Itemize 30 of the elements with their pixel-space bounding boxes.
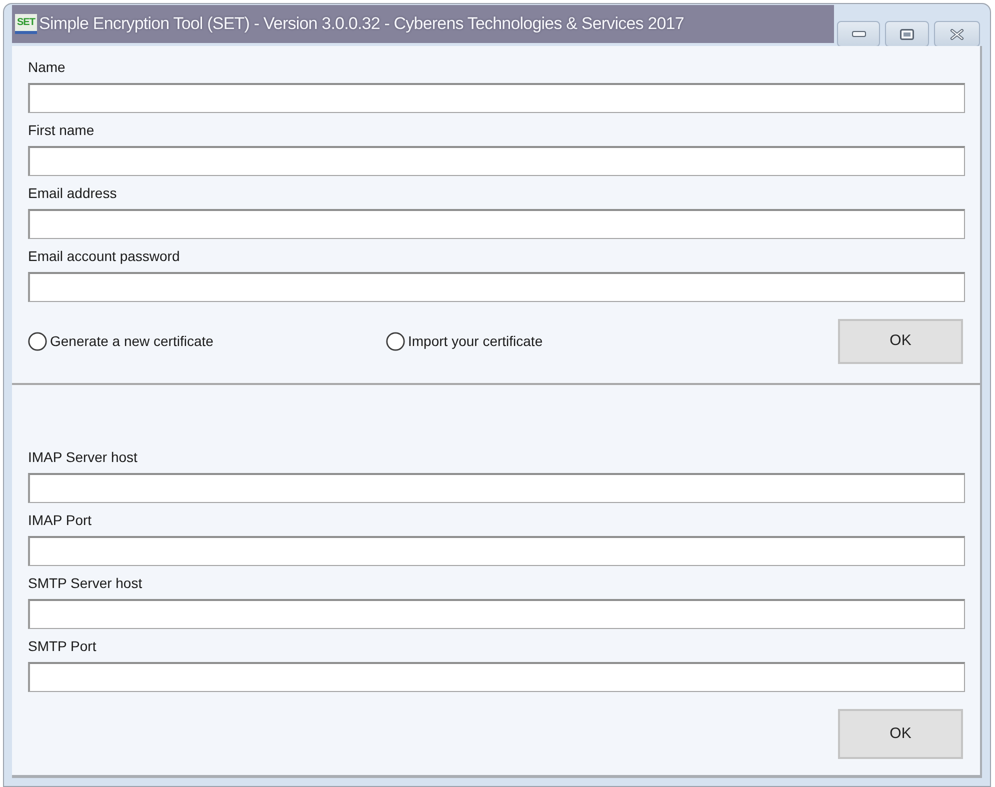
input-field[interactable]: [28, 209, 965, 239]
radio-button-icon[interactable]: [28, 332, 47, 351]
field-label: Name: [28, 58, 66, 76]
radio-option[interactable]: Generate a new certificate: [28, 331, 386, 352]
minimize-icon: [852, 31, 866, 37]
radio-button-icon[interactable]: [386, 332, 405, 351]
input-field[interactable]: [28, 83, 965, 113]
ok-button[interactable]: OK: [838, 319, 963, 364]
input-field[interactable]: [28, 272, 965, 302]
input-field[interactable]: [28, 473, 965, 503]
minimize-button[interactable]: [837, 21, 880, 47]
input-field[interactable]: [28, 536, 965, 566]
field-label: SMTP Server host: [28, 574, 142, 592]
field-label: IMAP Port: [28, 511, 92, 529]
window-title: Simple Encryption Tool (SET) - Version 3.0.0.32 - Cyberens Technologies & Services 2017: [39, 13, 684, 36]
app-logo: SET: [15, 14, 37, 34]
field-label: IMAP Server host: [28, 448, 138, 466]
maximize-button[interactable]: [885, 21, 929, 47]
field-label: First name: [28, 121, 94, 139]
radio-option[interactable]: Import your certificate: [386, 331, 543, 352]
close-button[interactable]: [934, 21, 980, 47]
maximize-icon: [900, 28, 914, 40]
input-field[interactable]: [28, 146, 965, 176]
close-icon: [950, 28, 964, 40]
field-label: Email account password: [28, 247, 180, 265]
input-field[interactable]: [28, 599, 965, 629]
field-label: SMTP Port: [28, 637, 96, 655]
field-label: Email address: [28, 184, 117, 202]
ok-button[interactable]: OK: [838, 709, 963, 759]
input-field[interactable]: [28, 662, 965, 692]
